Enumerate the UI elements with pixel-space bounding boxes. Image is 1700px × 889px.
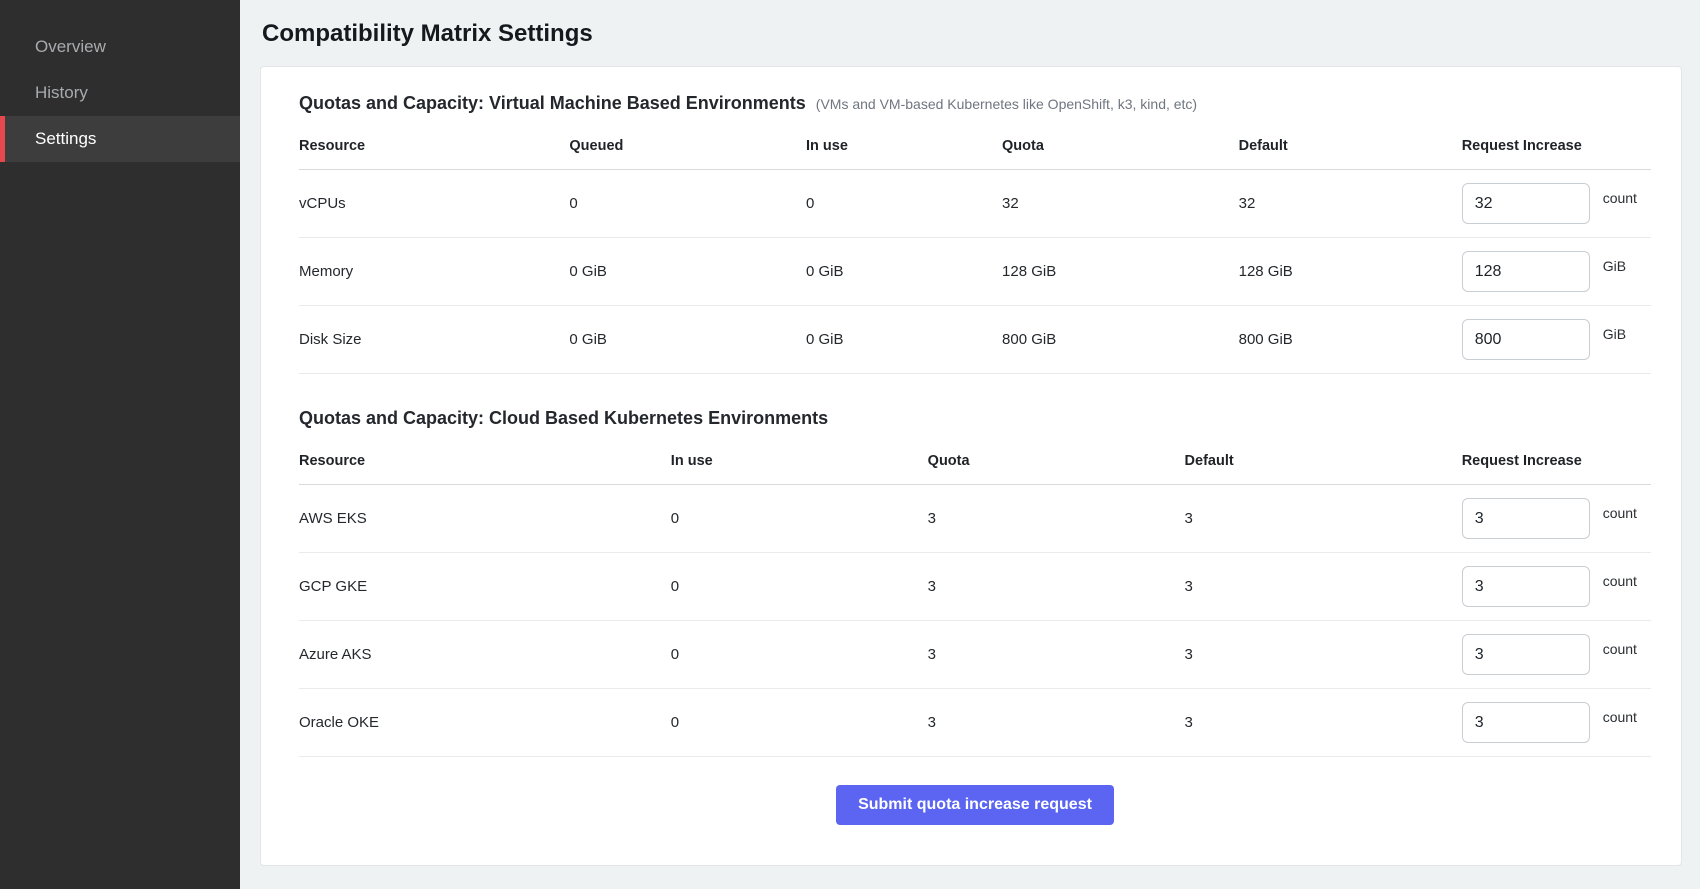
vm-table-header-row: Resource Queued In use Quota Default Req… — [299, 130, 1651, 170]
cell-request-increase: GiB — [1462, 238, 1651, 306]
sidebar: Overview History Settings — [0, 0, 240, 889]
cell-resource: vCPUs — [299, 170, 569, 238]
cell-default: 3 — [1185, 485, 1462, 553]
gcp-gke-request-increase-input[interactable] — [1462, 566, 1590, 607]
unit-label: count — [1603, 709, 1637, 725]
cell-resource: Disk Size — [299, 306, 569, 374]
page-title: Compatibility Matrix Settings — [240, 0, 1700, 64]
vm-section-subtitle: (VMs and VM-based Kubernetes like OpenSh… — [816, 96, 1197, 112]
col-in-use: In use — [806, 130, 1002, 170]
col-in-use: In use — [671, 445, 928, 485]
cell-queued: 0 GiB — [569, 238, 806, 306]
cell-in-use: 0 — [671, 621, 928, 689]
cell-request-increase: count — [1462, 553, 1651, 621]
cloud-section-title: Quotas and Capacity: Cloud Based Kuberne… — [299, 408, 828, 429]
cell-request-increase: count — [1462, 170, 1651, 238]
cell-in-use: 0 — [806, 170, 1002, 238]
col-default: Default — [1239, 130, 1462, 170]
cell-in-use: 0 — [671, 553, 928, 621]
cell-quota: 128 GiB — [1002, 238, 1239, 306]
cell-request-increase: GiB — [1462, 306, 1651, 374]
cell-in-use: 0 — [671, 485, 928, 553]
aws-eks-request-increase-input[interactable] — [1462, 498, 1590, 539]
submit-quota-button[interactable]: Submit quota increase request — [836, 785, 1114, 825]
cell-in-use: 0 GiB — [806, 306, 1002, 374]
col-quota: Quota — [1002, 130, 1239, 170]
cell-request-increase: count — [1462, 689, 1651, 757]
app-root: Overview History Settings Compatibility … — [0, 0, 1700, 889]
cell-default: 128 GiB — [1239, 238, 1462, 306]
submit-row: Submit quota increase request — [299, 757, 1651, 837]
unit-label: count — [1603, 190, 1637, 206]
azure-aks-request-increase-input[interactable] — [1462, 634, 1590, 675]
vcpus-request-increase-input[interactable] — [1462, 183, 1590, 224]
table-row-vcpus: vCPUs 0 0 32 32 count — [299, 170, 1651, 238]
cell-default: 3 — [1185, 689, 1462, 757]
sidebar-item-history[interactable]: History — [0, 70, 240, 116]
cell-default: 3 — [1185, 621, 1462, 689]
col-request-increase: Request Increase — [1462, 130, 1651, 170]
col-resource: Resource — [299, 445, 671, 485]
cell-quota: 3 — [928, 621, 1185, 689]
disk-size-request-increase-input[interactable] — [1462, 319, 1590, 360]
unit-label: count — [1603, 573, 1637, 589]
unit-label: GiB — [1603, 326, 1626, 342]
col-resource: Resource — [299, 130, 569, 170]
table-row-memory: Memory 0 GiB 0 GiB 128 GiB 128 GiB GiB — [299, 238, 1651, 306]
cell-default: 800 GiB — [1239, 306, 1462, 374]
cell-default: 3 — [1185, 553, 1462, 621]
memory-request-increase-input[interactable] — [1462, 251, 1590, 292]
cloud-section-header: Quotas and Capacity: Cloud Based Kuberne… — [299, 408, 1651, 429]
vm-section-header: Quotas and Capacity: Virtual Machine Bas… — [299, 93, 1651, 114]
cloud-quota-table: Resource In use Quota Default Request In… — [299, 445, 1651, 757]
col-queued: Queued — [569, 130, 806, 170]
unit-label: GiB — [1603, 258, 1626, 274]
cell-resource: AWS EKS — [299, 485, 671, 553]
unit-label: count — [1603, 641, 1637, 657]
cell-quota: 3 — [928, 689, 1185, 757]
cell-resource: Azure AKS — [299, 621, 671, 689]
sidebar-item-overview[interactable]: Overview — [0, 24, 240, 70]
vm-quota-table: Resource Queued In use Quota Default Req… — [299, 130, 1651, 374]
cell-in-use: 0 — [671, 689, 928, 757]
oracle-oke-request-increase-input[interactable] — [1462, 702, 1590, 743]
cell-resource: Memory — [299, 238, 569, 306]
col-default: Default — [1185, 445, 1462, 485]
quotas-card: Quotas and Capacity: Virtual Machine Bas… — [260, 66, 1682, 866]
main-content: Compatibility Matrix Settings Quotas and… — [240, 0, 1700, 889]
cloud-table-header-row: Resource In use Quota Default Request In… — [299, 445, 1651, 485]
cell-queued: 0 GiB — [569, 306, 806, 374]
table-row-azure-aks: Azure AKS 0 3 3 count — [299, 621, 1651, 689]
cell-resource: Oracle OKE — [299, 689, 671, 757]
table-row-oracle-oke: Oracle OKE 0 3 3 count — [299, 689, 1651, 757]
table-row-aws-eks: AWS EKS 0 3 3 count — [299, 485, 1651, 553]
cell-in-use: 0 GiB — [806, 238, 1002, 306]
table-row-disk-size: Disk Size 0 GiB 0 GiB 800 GiB 800 GiB Gi… — [299, 306, 1651, 374]
vm-section-title: Quotas and Capacity: Virtual Machine Bas… — [299, 93, 806, 114]
table-row-gcp-gke: GCP GKE 0 3 3 count — [299, 553, 1651, 621]
cell-quota: 3 — [928, 485, 1185, 553]
cell-request-increase: count — [1462, 621, 1651, 689]
unit-label: count — [1603, 505, 1637, 521]
cell-queued: 0 — [569, 170, 806, 238]
cell-default: 32 — [1239, 170, 1462, 238]
sidebar-item-settings[interactable]: Settings — [0, 116, 240, 162]
cell-quota: 800 GiB — [1002, 306, 1239, 374]
cell-quota: 3 — [928, 553, 1185, 621]
col-quota: Quota — [928, 445, 1185, 485]
cell-resource: GCP GKE — [299, 553, 671, 621]
cell-quota: 32 — [1002, 170, 1239, 238]
col-request-increase: Request Increase — [1462, 445, 1651, 485]
cell-request-increase: count — [1462, 485, 1651, 553]
